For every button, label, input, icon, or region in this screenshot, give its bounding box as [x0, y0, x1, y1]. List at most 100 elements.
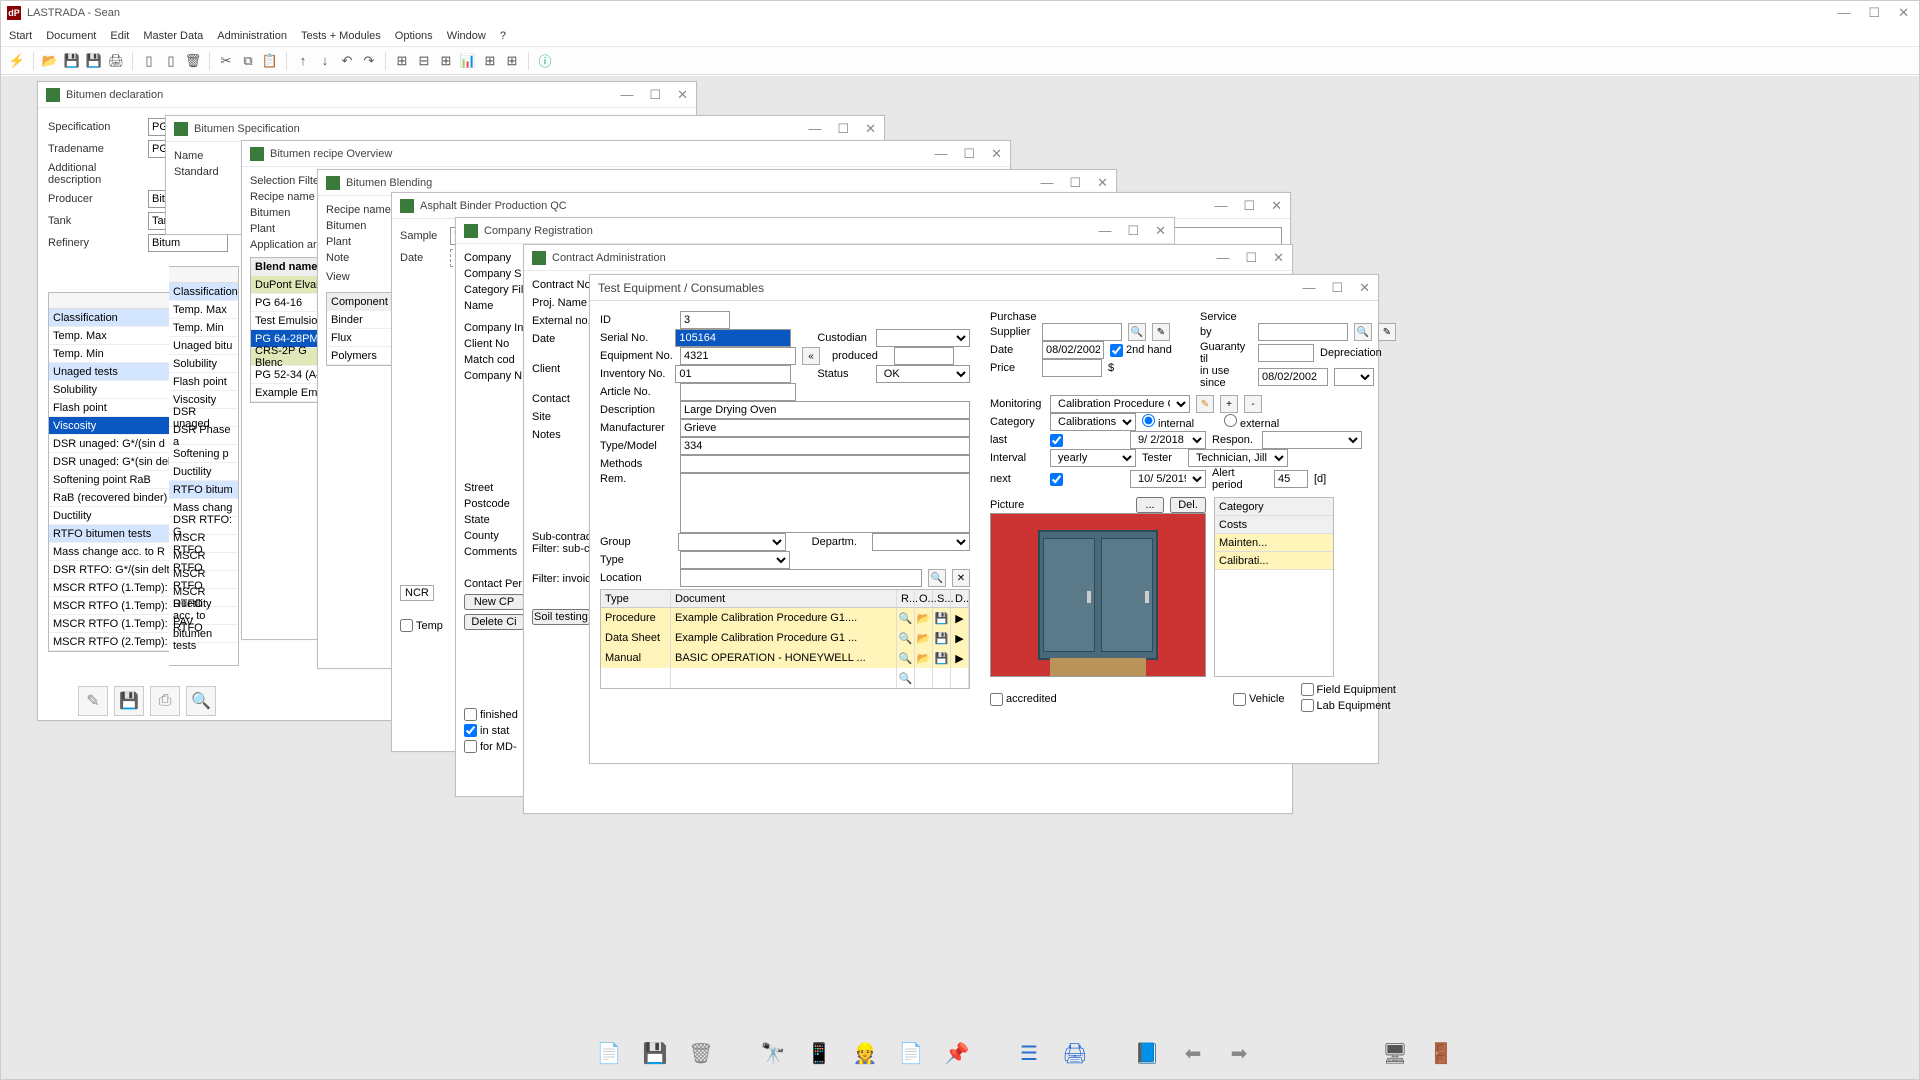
- supplier-edit-icon[interactable]: ✎: [1152, 323, 1170, 341]
- picture-browse-button[interactable]: ...: [1136, 497, 1164, 513]
- bot-exit-icon[interactable]: 🚪: [1423, 1035, 1459, 1071]
- departm-select[interactable]: [872, 533, 970, 551]
- doc-row[interactable]: ManualBASIC OPERATION - HONEYWELL ...🔍📂💾…: [601, 648, 969, 668]
- menu-master-data[interactable]: Master Data: [143, 30, 203, 42]
- test-row[interactable]: Unaged bitu: [169, 337, 238, 355]
- doc-row[interactable]: Data SheetExample Calibration Procedure …: [601, 628, 969, 648]
- close-icon[interactable]: ✕: [1359, 280, 1370, 296]
- equip-lookup-icon[interactable]: «: [802, 347, 820, 365]
- maximize-icon[interactable]: ☐: [1243, 198, 1255, 214]
- produced-input[interactable]: [894, 347, 954, 365]
- art-input[interactable]: [680, 383, 796, 401]
- equip-input[interactable]: [680, 347, 796, 365]
- typem-input[interactable]: [680, 437, 970, 455]
- location-search-icon[interactable]: 🔍: [928, 569, 946, 587]
- plus-icon[interactable]: +: [1220, 395, 1238, 413]
- tool-g6-icon[interactable]: ⊞: [502, 51, 522, 71]
- tool-up-icon[interactable]: ↑: [293, 51, 313, 71]
- tool-g2-icon[interactable]: ⊟: [414, 51, 434, 71]
- labeq-checkbox[interactable]: [1301, 699, 1314, 712]
- doc-open-icon[interactable]: 📂: [915, 648, 933, 668]
- tool-bolt-icon[interactable]: ⚡: [7, 51, 27, 71]
- id-input[interactable]: [680, 311, 730, 329]
- side-tab-mainten[interactable]: Mainten...: [1215, 534, 1333, 552]
- maximize-icon[interactable]: ☐: [1245, 250, 1257, 266]
- tool-cut-icon[interactable]: ✂: [216, 51, 236, 71]
- maximize-icon[interactable]: ☐: [1868, 5, 1880, 21]
- tool-g3-icon[interactable]: ⊞: [436, 51, 456, 71]
- win-tool1-icon[interactable]: ✎: [78, 686, 108, 716]
- doc-search-icon[interactable]: 🔍: [897, 608, 915, 628]
- test-row[interactable]: Temp. Max: [169, 301, 238, 319]
- tool-redo-icon[interactable]: ↷: [359, 51, 379, 71]
- close-icon[interactable]: ✕: [1273, 250, 1284, 266]
- tester-select[interactable]: Technician, Jill: [1188, 449, 1288, 467]
- bot-print-icon[interactable]: 🖨: [1057, 1035, 1093, 1071]
- doc-go-icon[interactable]: ▶: [951, 628, 969, 648]
- test-row[interactable]: PAV bitumen tests: [169, 625, 238, 643]
- test-row[interactable]: Temp. Min: [169, 319, 238, 337]
- maximize-icon[interactable]: ☐: [963, 146, 975, 162]
- temp-checkbox[interactable]: [400, 619, 413, 632]
- doc-save-icon[interactable]: 💾: [933, 628, 951, 648]
- bot-save-icon[interactable]: 💾: [637, 1035, 673, 1071]
- location-x-icon[interactable]: ✕: [952, 569, 970, 587]
- guaranty-input[interactable]: [1258, 344, 1314, 362]
- close-icon[interactable]: ✕: [1271, 198, 1282, 214]
- supplier-search-icon[interactable]: 🔍: [1128, 323, 1146, 341]
- external-radio[interactable]: [1224, 414, 1237, 427]
- interval-select[interactable]: yearly: [1050, 449, 1136, 467]
- doc-go-icon[interactable]: ▶: [951, 648, 969, 668]
- menu-tests-modules[interactable]: Tests + Modules: [301, 30, 381, 42]
- doc-open-icon[interactable]: 📂: [915, 608, 933, 628]
- component-row[interactable]: Flux: [327, 329, 395, 347]
- tool-print-icon[interactable]: 🖨: [106, 51, 126, 71]
- tool-delete-icon[interactable]: 🗑: [183, 51, 203, 71]
- minimize-icon[interactable]: —: [1302, 280, 1315, 296]
- bot-prev-icon[interactable]: ⬅: [1175, 1035, 1211, 1071]
- win-tool2-icon[interactable]: 💾: [114, 686, 144, 716]
- test-row[interactable]: Softening p: [169, 445, 238, 463]
- test-row[interactable]: Solubility: [169, 355, 238, 373]
- last-checkbox[interactable]: [1050, 434, 1063, 447]
- edit-icon[interactable]: ✎: [1196, 395, 1214, 413]
- category-select[interactable]: Calibrations: [1050, 413, 1136, 431]
- maximize-icon[interactable]: ☐: [837, 121, 849, 137]
- by-input[interactable]: [1258, 323, 1348, 341]
- type-select[interactable]: [680, 551, 790, 569]
- alert-input[interactable]: [1274, 470, 1308, 488]
- bot-new-icon[interactable]: 📄: [591, 1035, 627, 1071]
- menu-window[interactable]: Window: [447, 30, 486, 42]
- menu-document[interactable]: Document: [46, 30, 96, 42]
- status-select[interactable]: OK: [876, 365, 970, 383]
- tool-paste-icon[interactable]: 📋: [260, 51, 280, 71]
- new-cp-button[interactable]: New CP: [464, 594, 524, 610]
- picture-del-button[interactable]: Del.: [1170, 497, 1206, 513]
- minimize-icon[interactable]: —: [1214, 198, 1227, 214]
- formd-checkbox[interactable]: [464, 740, 477, 753]
- component-row[interactable]: Polymers: [327, 347, 395, 365]
- close-icon[interactable]: ✕: [1097, 175, 1108, 191]
- doc-col-document[interactable]: Document: [671, 590, 897, 607]
- close-icon[interactable]: ✕: [865, 121, 876, 137]
- bot-book-icon[interactable]: 📘: [1129, 1035, 1165, 1071]
- monitoring-select[interactable]: Calibration Procedure G1: [1050, 395, 1190, 413]
- maximize-icon[interactable]: ☐: [1069, 175, 1081, 191]
- side-tab-calib[interactable]: Calibrati...: [1215, 552, 1333, 570]
- 2nd-checkbox[interactable]: [1110, 344, 1123, 357]
- tool-chart-icon[interactable]: 📊: [458, 51, 478, 71]
- minimize-icon[interactable]: —: [1098, 223, 1111, 239]
- instat-checkbox[interactable]: [464, 724, 477, 737]
- minimize-icon[interactable]: —: [934, 146, 947, 162]
- tool-phone-icon[interactable]: ▯: [139, 51, 159, 71]
- inuse-input[interactable]: [1258, 368, 1328, 386]
- accredited-checkbox[interactable]: [990, 693, 1003, 706]
- close-icon[interactable]: ✕: [991, 146, 1002, 162]
- minimize-icon[interactable]: —: [1216, 250, 1229, 266]
- component-row[interactable]: Component: [327, 293, 395, 311]
- finished-checkbox[interactable]: [464, 708, 477, 721]
- vehicle-checkbox[interactable]: [1233, 693, 1246, 706]
- win-tool4-icon[interactable]: 🔍: [186, 686, 216, 716]
- rem-textarea[interactable]: [680, 473, 970, 533]
- doc-col-o[interactable]: O...: [915, 590, 933, 607]
